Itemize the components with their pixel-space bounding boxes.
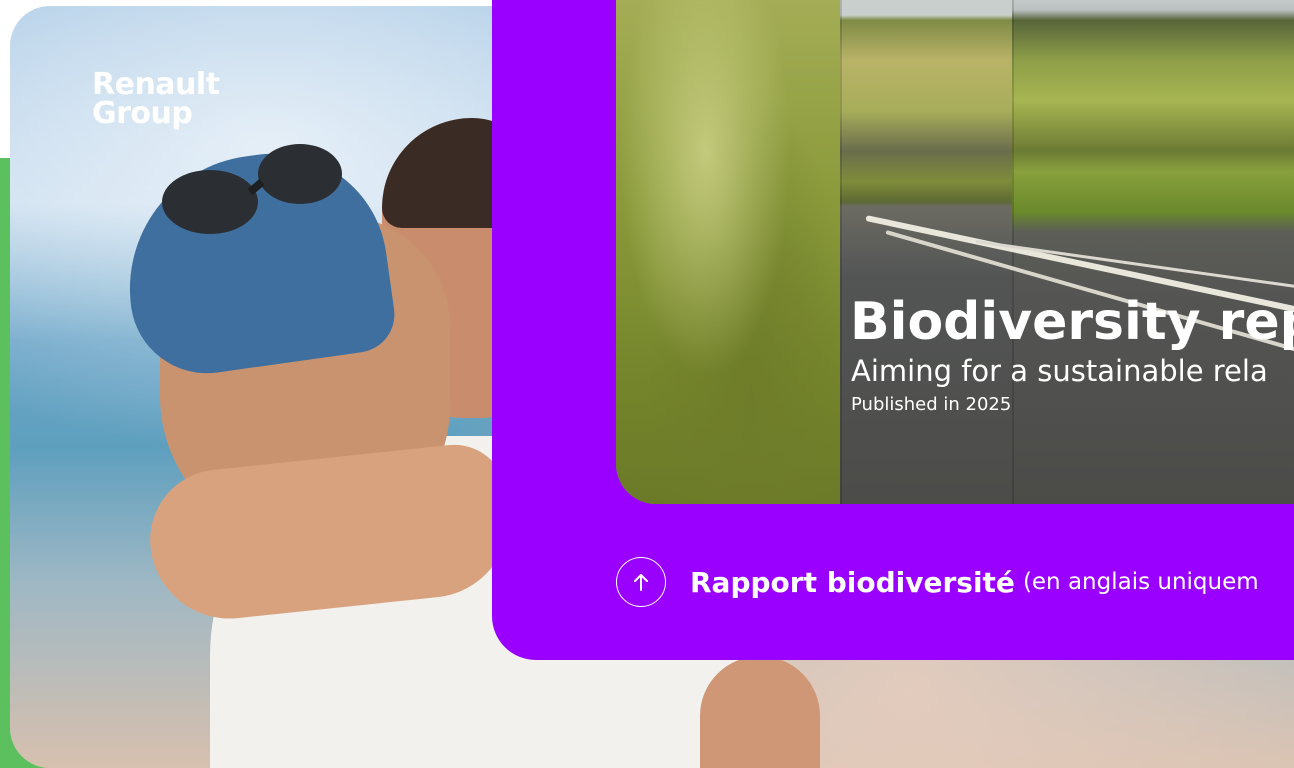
download-report-link[interactable]: Rapport biodiversité (en anglais uniquem [616, 556, 1259, 608]
report-title: Biodiversity repo [850, 292, 1294, 352]
girl-leg [700, 656, 820, 768]
report-subtitle: Aiming for a sustainable rela [851, 354, 1268, 388]
report-published-date: Published in 2025 [851, 394, 1012, 415]
arrow-up-icon[interactable] [616, 557, 666, 607]
renault-group-logo[interactable]: Renault Group [92, 67, 220, 131]
report-cover-image [616, 0, 1294, 504]
logo-line-2: Group [92, 96, 193, 131]
download-link-label[interactable]: Rapport biodiversité [690, 566, 1015, 599]
sunglasses-icon [162, 144, 342, 234]
hills-panel [840, 0, 1012, 504]
logo-line-1: Renault [92, 67, 220, 102]
grass-panel [616, 0, 840, 504]
download-link-note[interactable]: (en anglais uniquem [1023, 569, 1259, 595]
